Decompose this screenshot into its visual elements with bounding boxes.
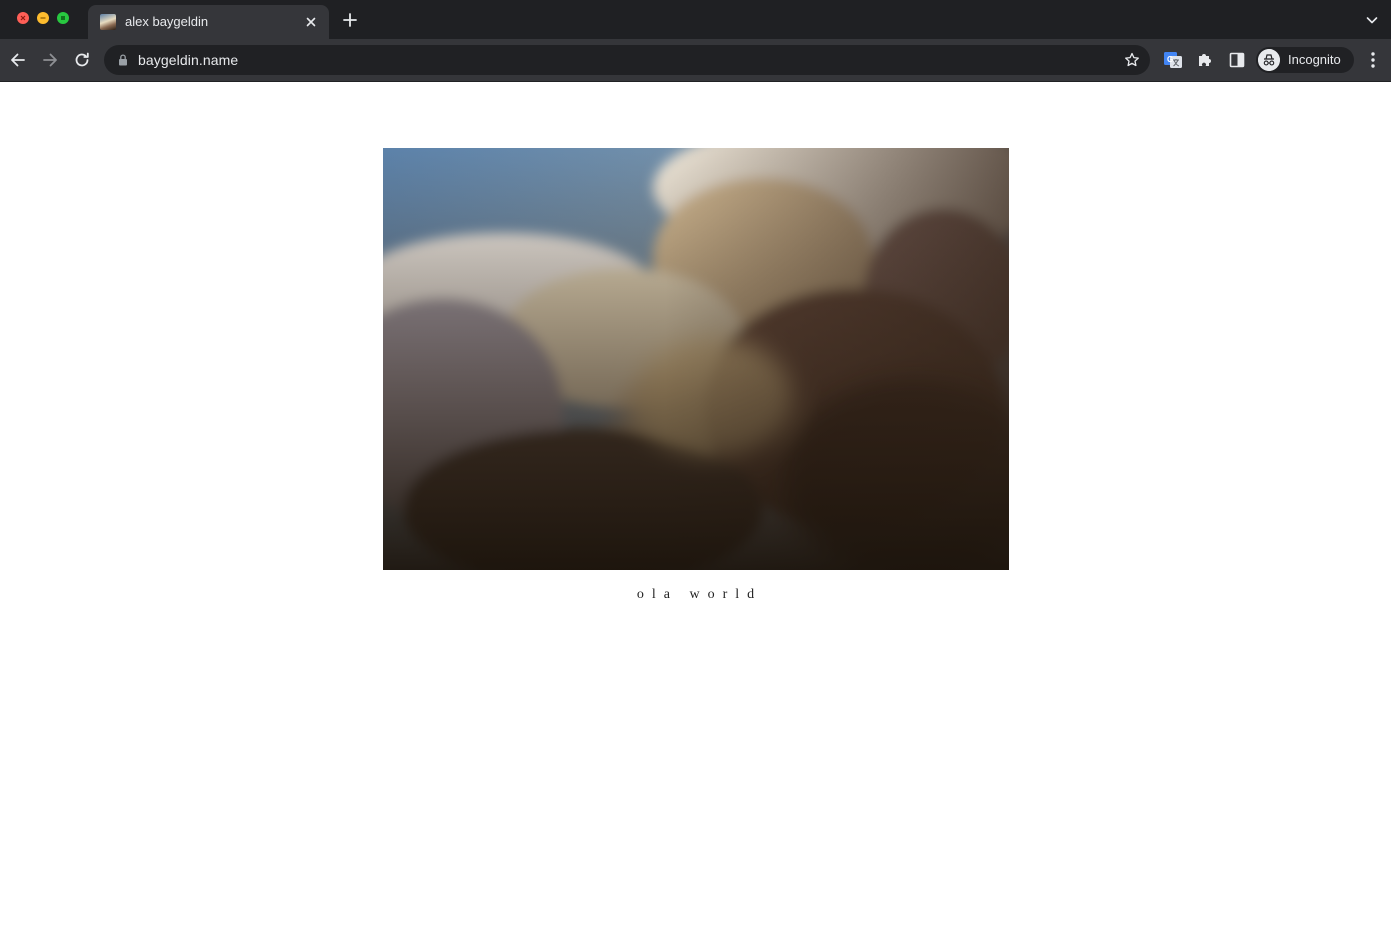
active-tab[interactable]: alex baygeldin [88, 5, 329, 39]
back-arrow-icon[interactable] [7, 49, 29, 71]
tab-close-icon[interactable] [303, 14, 319, 30]
tab-strip: alex baygeldin [0, 0, 1391, 39]
maximize-icon [61, 16, 65, 20]
extensions-puzzle-icon[interactable] [1195, 50, 1215, 70]
page-viewport: ola world [0, 82, 1391, 949]
google-translate-icon[interactable]: G [1163, 50, 1183, 70]
tab-search-chevron-down-icon[interactable] [1364, 12, 1380, 28]
svg-text:G: G [1167, 55, 1173, 64]
side-panel-icon[interactable] [1227, 50, 1247, 70]
address-bar[interactable]: baygeldin.name [104, 45, 1150, 75]
browser-toolbar: baygeldin.name G Incognito [0, 39, 1391, 82]
photo-caption: ola world [636, 587, 763, 602]
window-close-button[interactable] [17, 12, 29, 24]
forward-arrow-icon[interactable] [39, 49, 61, 71]
window-minimize-button[interactable] [37, 12, 49, 24]
url-text[interactable]: baygeldin.name [138, 52, 238, 68]
bookmark-star-icon[interactable] [1123, 51, 1141, 69]
clouds-photo [383, 148, 1009, 570]
lock-icon[interactable] [116, 53, 130, 67]
minimize-icon [40, 17, 46, 19]
reload-icon[interactable] [71, 49, 93, 71]
browser-menu-kebab-icon[interactable] [1365, 50, 1381, 70]
window-maximize-button[interactable] [57, 12, 69, 24]
incognito-avatar-icon [1258, 49, 1280, 71]
close-icon [20, 15, 26, 21]
profile-label: Incognito [1288, 52, 1341, 67]
new-tab-plus-icon[interactable] [340, 10, 360, 30]
clouds-photo-favicon-icon [100, 14, 116, 30]
incognito-profile-button[interactable]: Incognito [1256, 47, 1354, 73]
tab-title: alex baygeldin [125, 14, 209, 29]
